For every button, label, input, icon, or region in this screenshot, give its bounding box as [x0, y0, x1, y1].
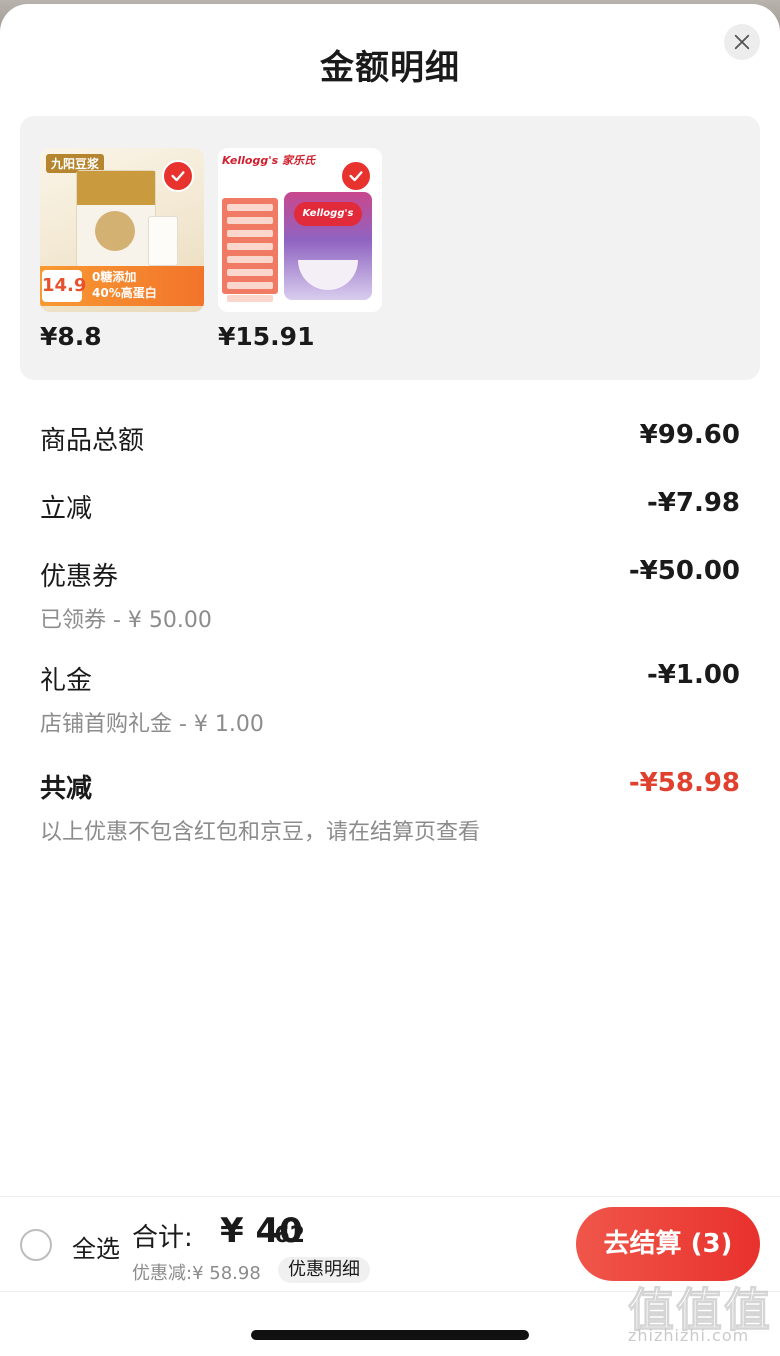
checkout-button[interactable]: 去结算 (3)	[576, 1207, 760, 1281]
goods-total-value: ¥99.60	[639, 420, 740, 450]
product-image[interactable]: 九阳豆浆 14.9 0糖添加 40%高蛋白	[40, 148, 204, 312]
selected-check-icon[interactable]	[340, 160, 372, 192]
total-saved-note: 以上优惠不包含红包和京豆，请在结算页查看	[40, 820, 481, 845]
milk-glass-shape	[148, 216, 178, 266]
selected-check-icon[interactable]	[162, 160, 194, 192]
coupon-value: -¥50.00	[628, 556, 740, 586]
close-icon	[734, 34, 750, 50]
product-price: ¥8.8	[40, 322, 102, 351]
product-image[interactable]: Kellogg's 家乐氏 Kellogg's	[218, 148, 382, 312]
product-logo: Kellogg's	[294, 202, 362, 226]
product-info-panel	[222, 198, 278, 302]
gift-money-label: 礼金	[40, 666, 93, 696]
product-brand-text: Kellogg's 家乐氏	[222, 154, 315, 167]
select-all-radio[interactable]	[20, 1229, 52, 1261]
close-button[interactable]	[724, 24, 760, 60]
total-saved-label: 共减	[40, 774, 93, 804]
coupon-subtext: 已领券 - ¥ 50.00	[40, 608, 212, 633]
product-card[interactable]: 九阳豆浆 14.9 0糖添加 40%高蛋白 ¥8.8	[40, 148, 204, 351]
total-amount-decimal: .62	[266, 1223, 305, 1248]
promo-tag: 0糖添加 40%高蛋白	[92, 270, 157, 300]
discount-summary: 优惠减:¥ 58.98	[132, 1263, 261, 1284]
select-all-label[interactable]: 全选	[72, 1229, 120, 1264]
home-indicator[interactable]	[251, 1330, 529, 1340]
product-list: 九阳豆浆 14.9 0糖添加 40%高蛋白 ¥8.8 Kellogg's 家乐氏…	[20, 116, 760, 380]
product-bag-shape	[76, 170, 156, 268]
instant-discount-label: 立减	[40, 494, 93, 524]
total-label: 合计:	[132, 1223, 193, 1253]
coupon-label: 优惠券	[40, 562, 119, 592]
goods-total-label: 商品总额	[40, 426, 145, 456]
gift-money-subtext: 店铺首购礼金 - ¥ 1.00	[40, 712, 264, 737]
checkout-bar: 全选 合计: ¥ 40 .62 优惠减:¥ 58.98 优惠明细 去结算 (3)	[0, 1196, 780, 1292]
instant-discount-value: -¥7.98	[646, 488, 740, 518]
product-price: ¥15.91	[218, 322, 315, 351]
promo-price: 14.9	[42, 270, 86, 302]
amount-detail-sheet: 金额明细 九阳豆浆 14.9 0糖添加 40%高蛋白 ¥8.8 Kellogg'…	[0, 4, 780, 1356]
discount-detail-button[interactable]: 优惠明细	[278, 1257, 370, 1283]
total-saved-value: -¥58.98	[628, 768, 740, 798]
sheet-title: 金额明细	[320, 48, 460, 88]
gift-money-value: -¥1.00	[646, 660, 740, 690]
product-card[interactable]: Kellogg's 家乐氏 Kellogg's ¥15.91	[218, 148, 382, 351]
